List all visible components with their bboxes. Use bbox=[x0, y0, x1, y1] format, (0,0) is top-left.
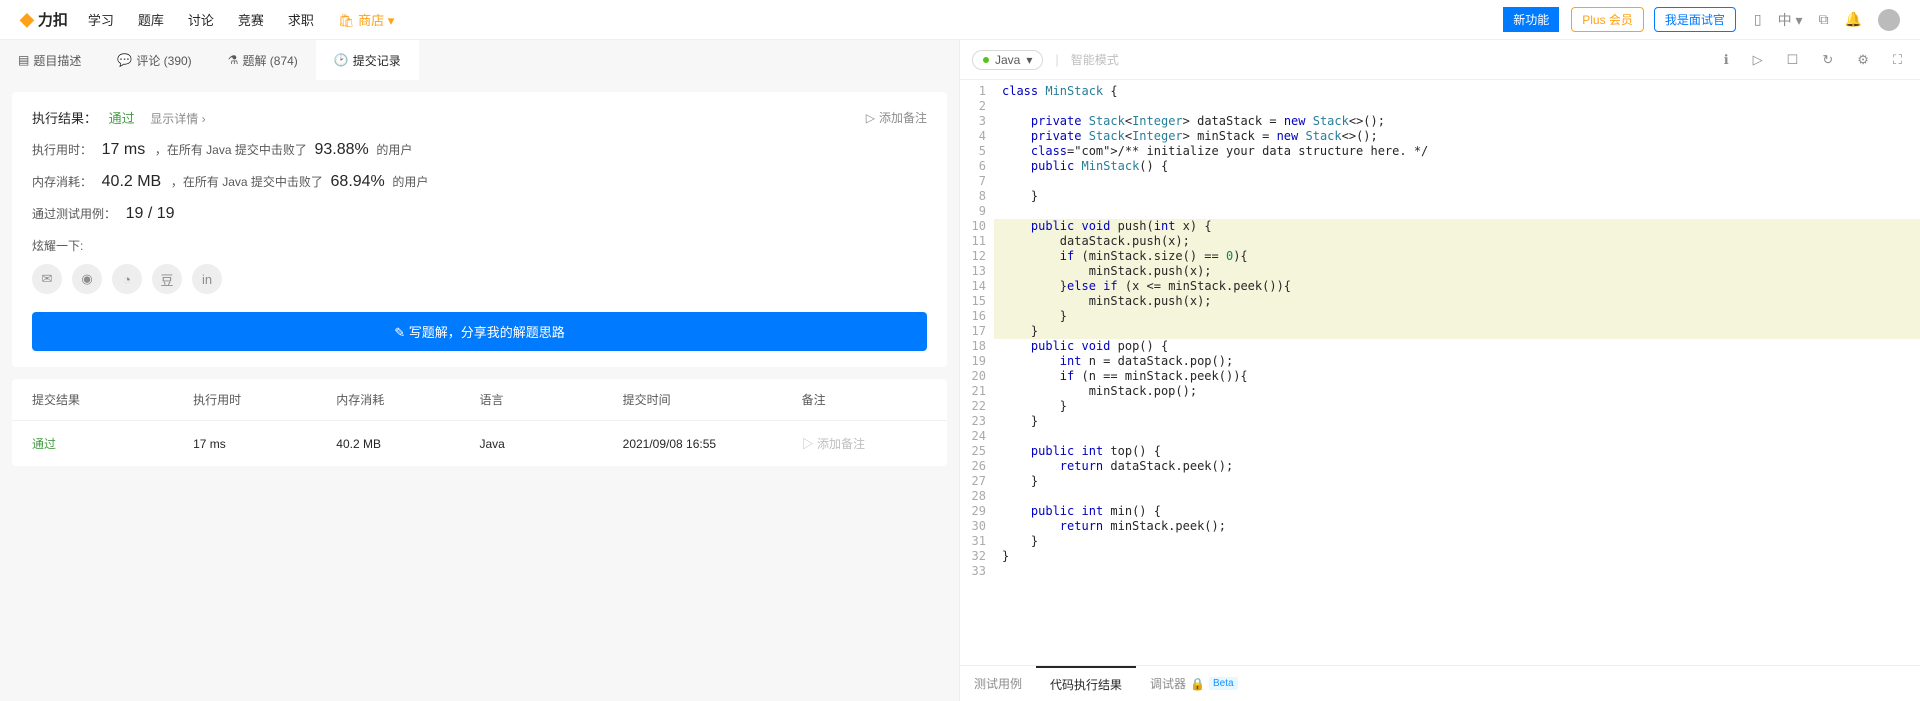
share-wechat-icon[interactable]: ✉ bbox=[32, 264, 62, 294]
language-selector[interactable]: Java ▾ bbox=[972, 50, 1043, 70]
mobile-icon[interactable]: ▯ bbox=[1754, 11, 1762, 28]
nav-discuss[interactable]: 讨论 bbox=[188, 10, 214, 29]
reset-icon[interactable]: ↻ bbox=[1822, 52, 1833, 68]
btab-debugger[interactable]: 调试器 🔒 Beta bbox=[1136, 666, 1252, 701]
testcase-stat: 通过测试用例： 19 / 19 bbox=[32, 205, 927, 223]
new-feature-badge[interactable]: 新功能 bbox=[1503, 7, 1559, 32]
td-time: 2021/09/08 16:55 bbox=[623, 437, 802, 451]
share-douban-icon[interactable]: 豆 bbox=[152, 264, 182, 294]
main-split: ▤题目描述 💬评论 (390) ⚗题解 (874) 🕑提交记录 执行结果： 通过… bbox=[0, 40, 1920, 701]
td-lang: Java bbox=[479, 437, 622, 451]
lock-icon: 🔒 bbox=[1190, 677, 1205, 691]
bottom-tabs: 测试用例 代码执行结果 调试器 🔒 Beta bbox=[960, 665, 1920, 701]
nav-problems[interactable]: 题库 bbox=[138, 10, 164, 29]
playground-icon[interactable]: ⧉ bbox=[1819, 11, 1829, 28]
notification-icon[interactable]: 🔔 bbox=[1845, 11, 1862, 28]
btab-testcase[interactable]: 测试用例 bbox=[960, 666, 1036, 701]
info-icon[interactable]: ℹ bbox=[1724, 52, 1729, 68]
th-note: 备注 bbox=[802, 391, 927, 408]
avatar[interactable] bbox=[1878, 9, 1900, 31]
result-card: 执行结果： 通过 显示详情 › ▷添加备注 执行用时： 17 ms ，在所有 J… bbox=[12, 92, 947, 367]
table-row[interactable]: 通过 17 ms 40.2 MB Java 2021/09/08 16:55 ▷… bbox=[12, 421, 947, 466]
line-numbers: 1234567891011121314151617181920212223242… bbox=[960, 80, 994, 665]
nav-jobs[interactable]: 求职 bbox=[288, 10, 314, 29]
nav-learn[interactable]: 学习 bbox=[88, 10, 114, 29]
add-note-button[interactable]: ▷添加备注 bbox=[866, 109, 927, 126]
th-time: 提交时间 bbox=[623, 391, 802, 408]
share-weibo-icon[interactable]: ◉ bbox=[72, 264, 102, 294]
tab-submissions[interactable]: 🕑提交记录 bbox=[316, 40, 419, 80]
td-result: 通过 bbox=[32, 435, 193, 452]
submissions-table: 提交结果 执行用时 内存消耗 语言 提交时间 备注 通过 17 ms 40.2 … bbox=[12, 379, 947, 466]
flag-icon: ▷ bbox=[802, 437, 817, 451]
editor-toolbar: Java ▾ | 智能模式 ℹ ▷ ☐ ↻ ⚙ ⛶ bbox=[960, 40, 1920, 80]
left-tabs: ▤题目描述 💬评论 (390) ⚗题解 (874) 🕑提交记录 bbox=[0, 40, 959, 80]
tab-description[interactable]: ▤题目描述 bbox=[0, 40, 99, 80]
left-panel: ▤题目描述 💬评论 (390) ⚗题解 (874) 🕑提交记录 执行结果： 通过… bbox=[0, 40, 960, 701]
code-editor[interactable]: 1234567891011121314151617181920212223242… bbox=[960, 80, 1920, 665]
td-runtime: 17 ms bbox=[193, 437, 336, 451]
write-solution-button[interactable]: ✎ 写题解，分享我的解题思路 bbox=[32, 312, 927, 351]
brand-text: 力扣 bbox=[38, 9, 68, 30]
share-qq-icon[interactable]: ◔ bbox=[112, 264, 142, 294]
result-status: 通过 bbox=[109, 111, 135, 126]
th-result: 提交结果 bbox=[32, 391, 193, 408]
logo-icon: ◆ bbox=[20, 9, 34, 30]
memory-stat: 内存消耗： 40.2 MB ，在所有 Java 提交中击败了 68.94% 的用… bbox=[32, 173, 927, 191]
lang-switcher[interactable]: 中 ▾ bbox=[1778, 10, 1803, 30]
run-icon[interactable]: ▷ bbox=[1753, 52, 1763, 68]
chevron-down-icon: ▾ bbox=[1026, 53, 1032, 67]
th-lang: 语言 bbox=[479, 391, 622, 408]
settings-icon[interactable]: ⚙ bbox=[1857, 52, 1869, 68]
flask-icon: ⚗ bbox=[228, 53, 239, 67]
logo[interactable]: ◆ 力扣 bbox=[20, 9, 68, 30]
nav-contest[interactable]: 竞赛 bbox=[238, 10, 264, 29]
share-linkedin-icon[interactable]: in bbox=[192, 264, 222, 294]
plus-button[interactable]: Plus 会员 bbox=[1571, 7, 1644, 32]
th-runtime: 执行用时 bbox=[193, 391, 336, 408]
right-panel: Java ▾ | 智能模式 ℹ ▷ ☐ ↻ ⚙ ⛶ 12345678910111… bbox=[960, 40, 1920, 701]
runtime-stat: 执行用时： 17 ms ，在所有 Java 提交中击败了 93.88% 的用户 bbox=[32, 141, 927, 159]
btab-result[interactable]: 代码执行结果 bbox=[1036, 666, 1136, 701]
flag-icon: ▷ bbox=[866, 111, 875, 125]
status-dot-icon bbox=[983, 57, 989, 63]
bookmark-icon[interactable]: ☐ bbox=[1787, 52, 1799, 68]
code-content[interactable]: class MinStack { private Stack<Integer> … bbox=[994, 80, 1920, 665]
td-note-button[interactable]: ▷ 添加备注 bbox=[802, 435, 927, 452]
show-details-link[interactable]: 显示详情 › bbox=[150, 112, 205, 126]
share-icons: ✉ ◉ ◔ 豆 in bbox=[32, 264, 927, 294]
doc-icon: ▤ bbox=[18, 53, 29, 67]
td-memory: 40.2 MB bbox=[336, 437, 479, 451]
table-header: 提交结果 执行用时 内存消耗 语言 提交时间 备注 bbox=[12, 379, 947, 421]
th-memory: 内存消耗 bbox=[336, 391, 479, 408]
top-nav: ◆ 力扣 学习 题库 讨论 竞赛 求职 🛍 商店 ▾ 新功能 Plus 会员 我… bbox=[0, 0, 1920, 40]
beta-badge: Beta bbox=[1209, 677, 1238, 690]
result-label: 执行结果： bbox=[32, 111, 97, 126]
smart-mode-toggle[interactable]: 智能模式 bbox=[1071, 51, 1119, 68]
boast-label: 炫耀一下: bbox=[32, 237, 927, 254]
comment-icon: 💬 bbox=[117, 53, 132, 67]
tab-solutions[interactable]: ⚗题解 (874) bbox=[210, 40, 316, 80]
divider: | bbox=[1055, 52, 1058, 67]
tab-comments[interactable]: 💬评论 (390) bbox=[99, 40, 209, 80]
fullscreen-icon[interactable]: ⛶ bbox=[1893, 52, 1902, 68]
interview-button[interactable]: 我是面试官 bbox=[1654, 7, 1736, 32]
clock-icon: 🕑 bbox=[334, 53, 349, 67]
nav-shop[interactable]: 🛍 商店 ▾ bbox=[338, 10, 394, 29]
